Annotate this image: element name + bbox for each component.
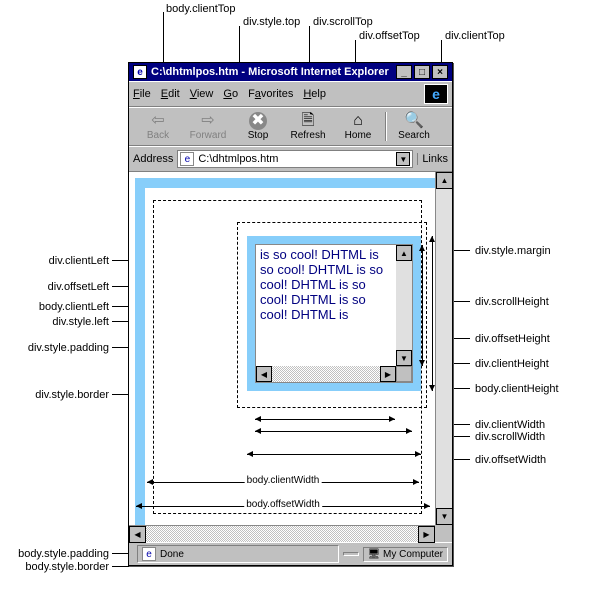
menu-view[interactable]: View <box>190 88 214 100</box>
browser-window: e C:\dhtmlpos.htm - Microsoft Internet E… <box>128 62 453 566</box>
scroll-up-icon[interactable]: ▲ <box>396 245 412 261</box>
label-div-style-top: div.style.top <box>243 16 300 28</box>
forward-arrow-icon: ⇨ <box>183 112 233 130</box>
scroll-track[interactable] <box>396 261 412 350</box>
label-div-style-padding: div.style.padding <box>28 342 109 354</box>
scroll-right-icon[interactable]: ▶ <box>418 526 435 543</box>
menu-file[interactable]: File <box>133 88 151 100</box>
address-label: Address <box>133 153 173 165</box>
lead <box>112 566 142 567</box>
label-div-clientWidth: div.clientWidth <box>475 419 545 431</box>
stop-button[interactable]: ✖ Stop <box>233 112 283 141</box>
back-arrow-icon: ⇦ <box>133 112 183 130</box>
statusbar: e Done 🖥 My Computer <box>129 542 452 565</box>
refresh-button[interactable]: 🗎 Refresh <box>283 112 333 141</box>
search-button[interactable]: 🔍 Search <box>389 112 439 141</box>
label-div-scrollWidth: div.scrollWidth <box>475 431 545 443</box>
label-div-style-margin: div.style.margin <box>475 245 551 257</box>
diagram-stage: body.clientTop div.style.top div.scrollT… <box>0 0 609 602</box>
refresh-icon: 🗎 <box>283 112 333 130</box>
minimize-button[interactable]: _ <box>396 65 412 79</box>
toolbar-separator <box>385 112 387 141</box>
ie-icon: e <box>133 65 147 79</box>
label-div-clientTop: div.clientTop <box>445 30 505 42</box>
label-div-clientLeft: div.clientLeft <box>49 255 109 267</box>
label-body-clientLeft: body.clientLeft <box>39 301 109 313</box>
window-title: C:\dhtmlpos.htm - Microsoft Internet Exp… <box>151 66 389 78</box>
label-div-style-border: div.style.border <box>35 389 109 401</box>
home-icon: ⌂ <box>333 112 383 130</box>
label-div-offsetHeight: div.offsetHeight <box>475 333 550 345</box>
div-scrollbar-vertical[interactable]: ▲ ▼ <box>396 245 412 366</box>
scroll-down-icon[interactable]: ▼ <box>396 350 412 366</box>
div-scrollbar-horizontal[interactable]: ◀ ▶ <box>256 366 396 382</box>
label-div-offsetWidth: div.offsetWidth <box>475 454 546 466</box>
label-body-style-border: body.style.border <box>25 561 109 573</box>
dim-div-offsetWidth <box>247 447 421 461</box>
label-div-clientHeight: div.clientHeight <box>475 358 549 370</box>
close-button[interactable]: × <box>432 65 448 79</box>
label-div-offsetTop: div.offsetTop <box>359 30 420 42</box>
label-body-style-padding: body.style.padding <box>18 548 109 560</box>
scroll-track[interactable] <box>436 189 452 508</box>
links-toolbar[interactable]: Links <box>417 153 448 165</box>
div-scroll-corner <box>396 366 412 382</box>
page-icon: e <box>180 152 194 166</box>
scroll-track[interactable] <box>146 526 418 542</box>
address-value: C:\dhtmlpos.htm <box>198 153 278 165</box>
label-body-clientHeight: body.clientHeight <box>475 383 559 395</box>
address-field[interactable]: e C:\dhtmlpos.htm ▼ <box>177 150 413 168</box>
forward-button[interactable]: ⇨ Forward <box>183 112 233 141</box>
status-empty-well <box>343 552 359 556</box>
viewport-scrollbar-horizontal[interactable]: ◀ ▶ <box>129 525 435 542</box>
menu-edit[interactable]: Edit <box>161 88 180 100</box>
stop-icon: ✖ <box>249 112 267 130</box>
toolbar: ⇦ Back ⇨ Forward ✖ Stop 🗎 Refresh ⌂ Home… <box>129 107 452 146</box>
maximize-button[interactable]: □ <box>414 65 430 79</box>
menu-go[interactable]: Go <box>223 88 238 100</box>
computer-icon: 🖥 <box>368 549 381 560</box>
address-dropdown[interactable]: ▼ <box>396 152 410 166</box>
menu-favorites[interactable]: Favorites <box>248 88 293 100</box>
scroll-down-icon[interactable]: ▼ <box>436 508 453 525</box>
ie-logo-icon: e <box>424 84 448 104</box>
page-icon: e <box>142 547 156 561</box>
status-zone-well: 🖥 My Computer <box>363 547 449 562</box>
label-div-scrollTop: div.scrollTop <box>313 16 373 28</box>
status-zone-text: My Computer <box>383 549 443 560</box>
home-button[interactable]: ⌂ Home <box>333 112 383 141</box>
dim-body-offsetWidth: body.offsetWidth <box>136 496 430 516</box>
scroll-track[interactable] <box>272 366 380 382</box>
search-icon: 🔍 <box>389 112 439 130</box>
viewport: is so cool! DHTML is so cool! DHTML is s… <box>129 172 452 542</box>
label-div-style-left: div.style.left <box>52 316 109 328</box>
scroll-left-icon[interactable]: ◀ <box>129 526 146 543</box>
scroll-right-icon[interactable]: ▶ <box>380 366 396 382</box>
back-button[interactable]: ⇦ Back <box>133 112 183 141</box>
viewport-scrollbar-vertical[interactable]: ▲ ▼ <box>435 172 452 525</box>
label-div-scrollHeight: div.scrollHeight <box>475 296 549 308</box>
scroll-up-icon[interactable]: ▲ <box>436 172 453 189</box>
status-done-well: e Done <box>137 545 339 563</box>
div-content: is so cool! DHTML is so cool! DHTML is s… <box>256 245 396 366</box>
titlebar[interactable]: e C:\dhtmlpos.htm - Microsoft Internet E… <box>129 63 452 81</box>
address-bar: Address e C:\dhtmlpos.htm ▼ Links <box>129 146 452 172</box>
label-div-offsetLeft: div.offsetLeft <box>48 281 109 293</box>
menubar: File Edit View Go Favorites Help e <box>129 81 452 107</box>
status-done-text: Done <box>160 549 184 560</box>
dim-div-scrollWidth <box>255 424 412 438</box>
label-body-clientTop: body.clientTop <box>166 3 236 15</box>
scroll-left-icon[interactable]: ◀ <box>256 366 272 382</box>
dim-body-clientWidth: body.clientWidth <box>147 472 419 492</box>
viewport-corner <box>435 525 452 542</box>
menu-help[interactable]: Help <box>303 88 326 100</box>
